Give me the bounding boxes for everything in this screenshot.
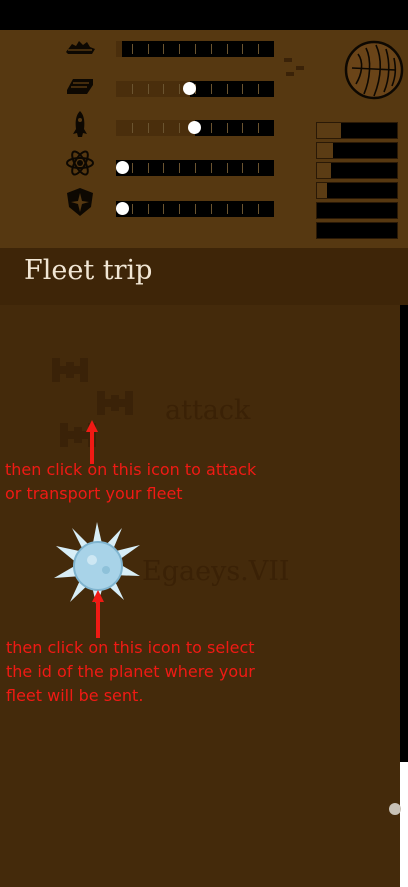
stock-bar [316,182,398,199]
atom-slider[interactable] [116,160,274,176]
slider-tick [211,123,212,133]
stock-bar [316,142,398,159]
slider-tick [211,84,212,94]
slider-tick [211,163,212,173]
arrow-up-icon [92,590,104,638]
scrollbar-thumb[interactable] [400,762,408,887]
slider-tick [258,123,259,133]
slider-knob[interactable] [183,82,196,95]
slider-fill [116,120,195,136]
slider-tick [132,123,133,133]
top-bar [0,0,408,30]
small-ships-icon [282,56,312,80]
metal-slider[interactable] [116,81,274,97]
scroll-handle[interactable] [389,803,401,815]
slider-tick [195,204,196,214]
slider-tick [148,204,149,214]
slider-knob[interactable] [116,161,129,174]
rocket-slider[interactable] [116,120,274,136]
planet-name-label[interactable]: Egaeys.VII [142,556,290,587]
slider-tick [132,84,133,94]
atom-icon [62,148,98,178]
slider-tick [132,204,133,214]
slider-tick [258,44,259,54]
slider-tick [132,163,133,173]
slider-knob[interactable] [116,202,129,215]
slider-tick [258,163,259,173]
slider-tick [179,123,180,133]
slider-tick [132,44,133,54]
slider-tick [179,84,180,94]
slider-tick [242,204,243,214]
slider-tick [242,44,243,54]
slider-tick [179,204,180,214]
stock-bar [316,222,398,239]
slider-tick [227,123,228,133]
slider-tick [148,123,149,133]
slider-knob[interactable] [188,121,201,134]
slider-tick [211,44,212,54]
slider-tick [163,123,164,133]
stock-bar [316,122,398,139]
slider-tick [211,204,212,214]
fighter-ship-icon[interactable] [50,356,90,384]
ships-slider[interactable] [116,41,274,57]
stock-bar [316,162,398,179]
slider-tick [195,163,196,173]
slider-tick [148,84,149,94]
slider-tick [163,84,164,94]
slider-tick [148,44,149,54]
slider-tick [227,163,228,173]
fighter-ship-icon[interactable] [95,389,135,417]
slider-tick [242,84,243,94]
slider-tick [179,44,180,54]
slider-tick [258,84,259,94]
rocket-icon [62,109,98,139]
planet-icon[interactable] [344,40,404,100]
slider-tick [227,44,228,54]
slider-tick [163,163,164,173]
attack-label[interactable]: attack [165,395,250,426]
slider-tick [242,163,243,173]
shield-slider[interactable] [116,201,274,217]
shield-icon [62,187,98,217]
slider-tick [258,204,259,214]
slider-tick [227,204,228,214]
ships-icon [62,32,98,62]
slider-tick [148,163,149,173]
slider-tick [242,123,243,133]
attack-hint: then click on this icon to attack or tra… [5,460,257,503]
slider-tick [163,44,164,54]
stock-bar [316,202,398,219]
page-title: Fleet trip [24,255,153,286]
slider-tick [195,44,196,54]
slider-fill [116,41,122,57]
slider-tick [227,84,228,94]
ingot-icon [62,70,98,100]
slider-tick [163,204,164,214]
slider-tick [179,163,180,173]
planet-hint: then click on this icon to select the id… [6,638,255,705]
